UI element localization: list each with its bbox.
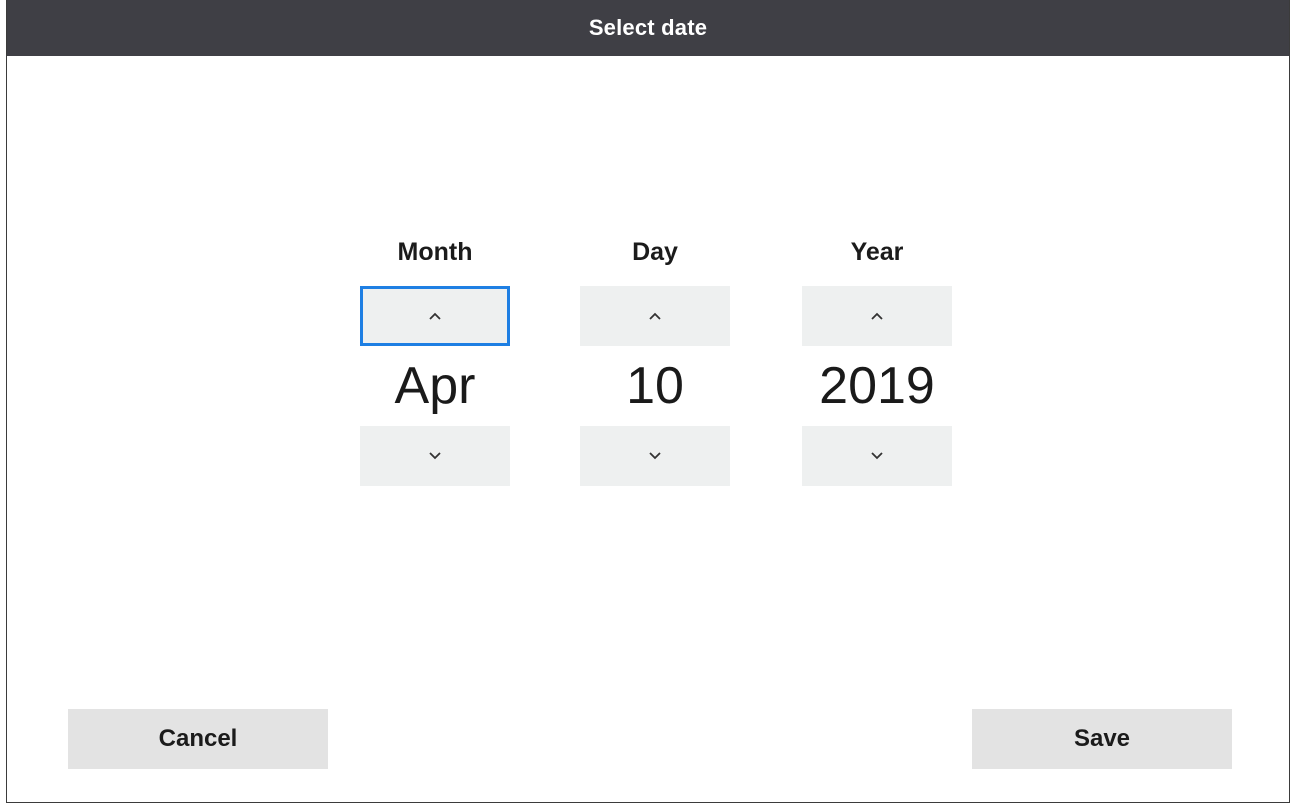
year-value: 2019: [819, 357, 935, 415]
day-increment-button[interactable]: [580, 286, 730, 346]
chevron-down-icon: [649, 452, 661, 460]
cancel-button[interactable]: Cancel: [68, 709, 328, 769]
select-date-dialog: Select date Month Apr Day 10 Year 2019 C…: [6, 0, 1290, 803]
month-value: Apr: [394, 357, 476, 415]
month-increment-button[interactable]: [360, 286, 510, 346]
month-label: Month: [397, 238, 473, 266]
day-value: 10: [626, 357, 684, 415]
chevron-down-icon: [871, 452, 883, 460]
month-decrement-button[interactable]: [360, 426, 510, 486]
chevron-up-icon: [429, 312, 441, 320]
day-decrement-button[interactable]: [580, 426, 730, 486]
chevron-up-icon: [871, 312, 883, 320]
chevron-down-icon: [429, 452, 441, 460]
chevron-up-icon: [649, 312, 661, 320]
year-decrement-button[interactable]: [802, 426, 952, 486]
day-label: Day: [632, 238, 678, 266]
save-button[interactable]: Save: [972, 709, 1232, 769]
dialog-title: Select date: [7, 0, 1289, 56]
year-increment-button[interactable]: [802, 286, 952, 346]
year-label: Year: [850, 238, 904, 266]
